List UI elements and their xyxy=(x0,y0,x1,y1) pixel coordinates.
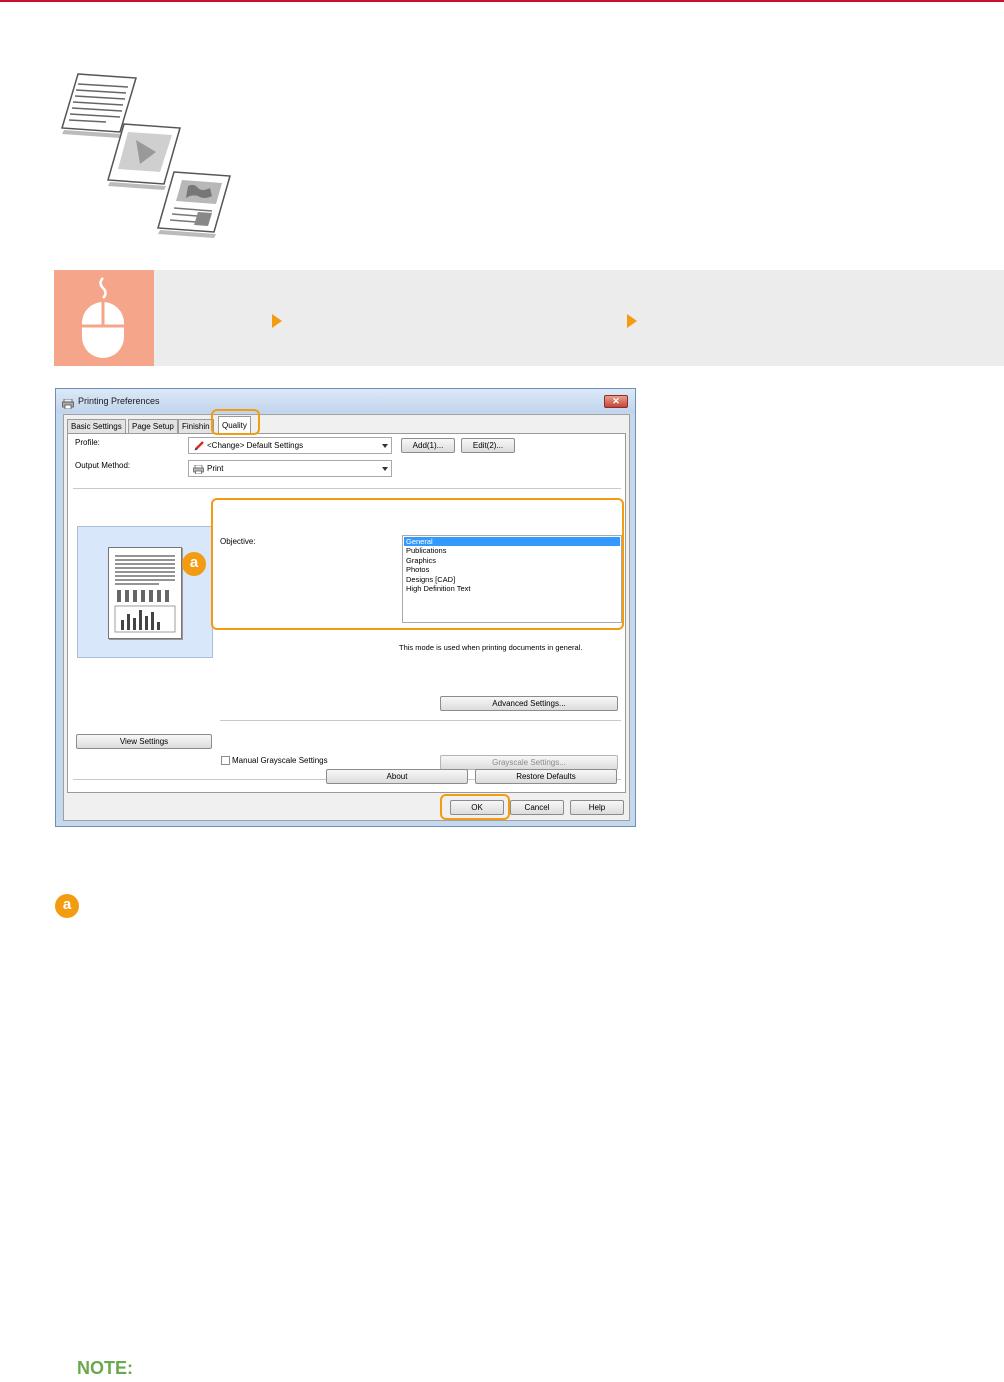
cancel-button[interactable]: Cancel xyxy=(510,800,564,815)
profile-value: <Change> Default Settings xyxy=(207,441,304,450)
printer-icon xyxy=(193,464,204,479)
tab-basic-settings[interactable]: Basic Settings xyxy=(67,419,126,433)
step-arrow-icon xyxy=(627,314,637,328)
tab-page-setup[interactable]: Page Setup xyxy=(128,419,178,433)
close-button[interactable]: ✕ xyxy=(604,395,628,408)
note-heading: NOTE: xyxy=(77,1358,133,1378)
profile-label: Profile: xyxy=(75,438,100,447)
dialog-title: Printing Preferences xyxy=(78,396,160,406)
edit-profile-button[interactable]: Edit(2)... xyxy=(461,438,515,453)
objective-highlight xyxy=(211,498,624,630)
printer-icon xyxy=(62,396,74,410)
close-icon: ✕ xyxy=(612,396,620,406)
tab-finishing[interactable]: Finishin xyxy=(178,419,214,433)
step-arrow-icon xyxy=(272,314,282,328)
mouse-icon xyxy=(54,270,154,366)
output-method-select[interactable]: Print xyxy=(188,460,392,477)
quality-tab-highlight xyxy=(211,409,260,435)
profile-select[interactable]: <Change> Default Settings xyxy=(188,437,392,454)
manual-grayscale-label: Manual Grayscale Settings xyxy=(232,756,328,765)
objective-description: This mode is used when printing document… xyxy=(399,643,583,652)
title-bar: Printing Preferences ✕ xyxy=(56,389,635,413)
separator xyxy=(220,720,621,721)
advanced-settings-button[interactable]: Advanced Settings... xyxy=(440,696,618,711)
about-button[interactable]: About xyxy=(326,769,468,784)
grayscale-settings-button[interactable]: Grayscale Settings... xyxy=(440,755,618,770)
output-method-label: Output Method: xyxy=(75,461,131,470)
separator xyxy=(73,488,621,489)
operation-bar xyxy=(54,270,1004,366)
restore-defaults-button[interactable]: Restore Defaults xyxy=(475,769,617,784)
preview-page-thumbnail xyxy=(108,547,182,639)
chevron-down-icon xyxy=(382,444,388,448)
help-button[interactable]: Help xyxy=(570,800,624,815)
document-stack-icon xyxy=(56,72,236,240)
preview-pane xyxy=(77,526,213,658)
top-rule xyxy=(0,0,1004,2)
output-method-value: Print xyxy=(207,464,224,473)
add-profile-button[interactable]: Add(1)... xyxy=(401,438,455,453)
legend-badge-a: a xyxy=(55,894,79,918)
manual-grayscale-checkbox[interactable] xyxy=(221,756,230,765)
ok-button-highlight xyxy=(440,794,510,820)
chevron-down-icon xyxy=(382,467,388,471)
callout-badge-a: a xyxy=(182,552,206,576)
pencil-icon xyxy=(194,440,205,456)
view-settings-button[interactable]: View Settings xyxy=(76,734,212,749)
